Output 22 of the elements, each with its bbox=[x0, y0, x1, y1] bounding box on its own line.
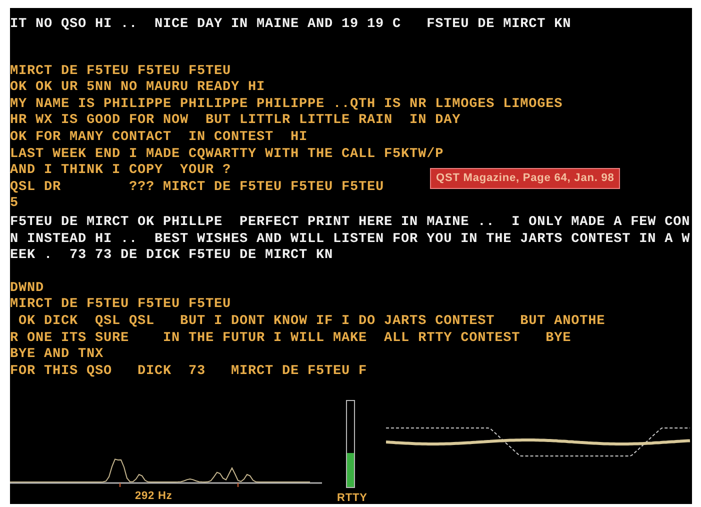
sent-text-line: AND I THINK I COPY YOUR ? bbox=[10, 163, 232, 180]
sent-text-line: OK OK UR 5NN NO MAURU READY HI bbox=[10, 80, 266, 97]
received-text-line: EEK . 73 73 DE DICK F5TEU DE MIRCT KN bbox=[10, 248, 334, 265]
sent-text-line: DWND bbox=[10, 280, 44, 298]
sent-text-line: MIRCT DE F5TEU F5TEU F5TEU bbox=[10, 64, 232, 80]
sent-text-line: MIRCT DE F5TEU F5TEU F5TEU bbox=[10, 297, 232, 314]
sent-text-line: BYE AND TNX bbox=[10, 347, 104, 364]
sent-text-line: 5 bbox=[10, 196, 19, 213]
sent-text-line: FOR THIS QSO DICK 73 MIRCT DE F5TEU F bbox=[10, 364, 368, 380]
credit-label: QST Magazine, Page 64, Jan. 98 bbox=[430, 168, 620, 188]
received-text-line: F5TEU DE MIRCT OK PHILLPE PERFECT PRINT HERE IN MAINE .. I ONLY MADE A FEW CON bbox=[10, 214, 690, 232]
frequency-readout: 292 Hz bbox=[135, 489, 172, 504]
received-text-line: IT NO QSO HI .. NICE DAY IN MAINE AND 19 19 C FSTEU DE MIRCT KN bbox=[10, 17, 572, 34]
received-text-line: N INSTEAD HI .. BEST WISHES AND WILL LISTEN FOR YOU IN THE JARTS CONTEST IN A W bbox=[10, 232, 690, 248]
sent-text-line: OK DICK QSL QSL BUT I DONT KNOW IF I DO JARTS CONTEST BUT ANOTHE bbox=[18, 314, 606, 330]
sent-text-line: OK FOR MANY CONTACT IN CONTEST HI bbox=[10, 130, 308, 147]
sent-text-line: R ONE ITS SURE IN THE FUTUR I WILL MAKE ALL RTTY CONTEST BYE bbox=[10, 330, 572, 348]
sent-text-line: HR WX IS GOOD FOR NOW BUT LITTLR LITTLE RAIN IN DAY bbox=[10, 113, 461, 130]
sent-text-line: LAST WEEK END I MADE CQWARTTY WITH THE CALL F5KTW/P bbox=[10, 146, 444, 164]
sent-text-line: MY NAME IS PHILIPPE PHILIPPE PHILIPPE ..QTH IS NR LIMOGES LIMOGES bbox=[10, 96, 563, 114]
sent-text-line: QSL DR ??? MIRCT DE F5TEU F5TEU F5TEU bbox=[10, 180, 384, 196]
mode-label: RTTY bbox=[337, 491, 368, 504]
